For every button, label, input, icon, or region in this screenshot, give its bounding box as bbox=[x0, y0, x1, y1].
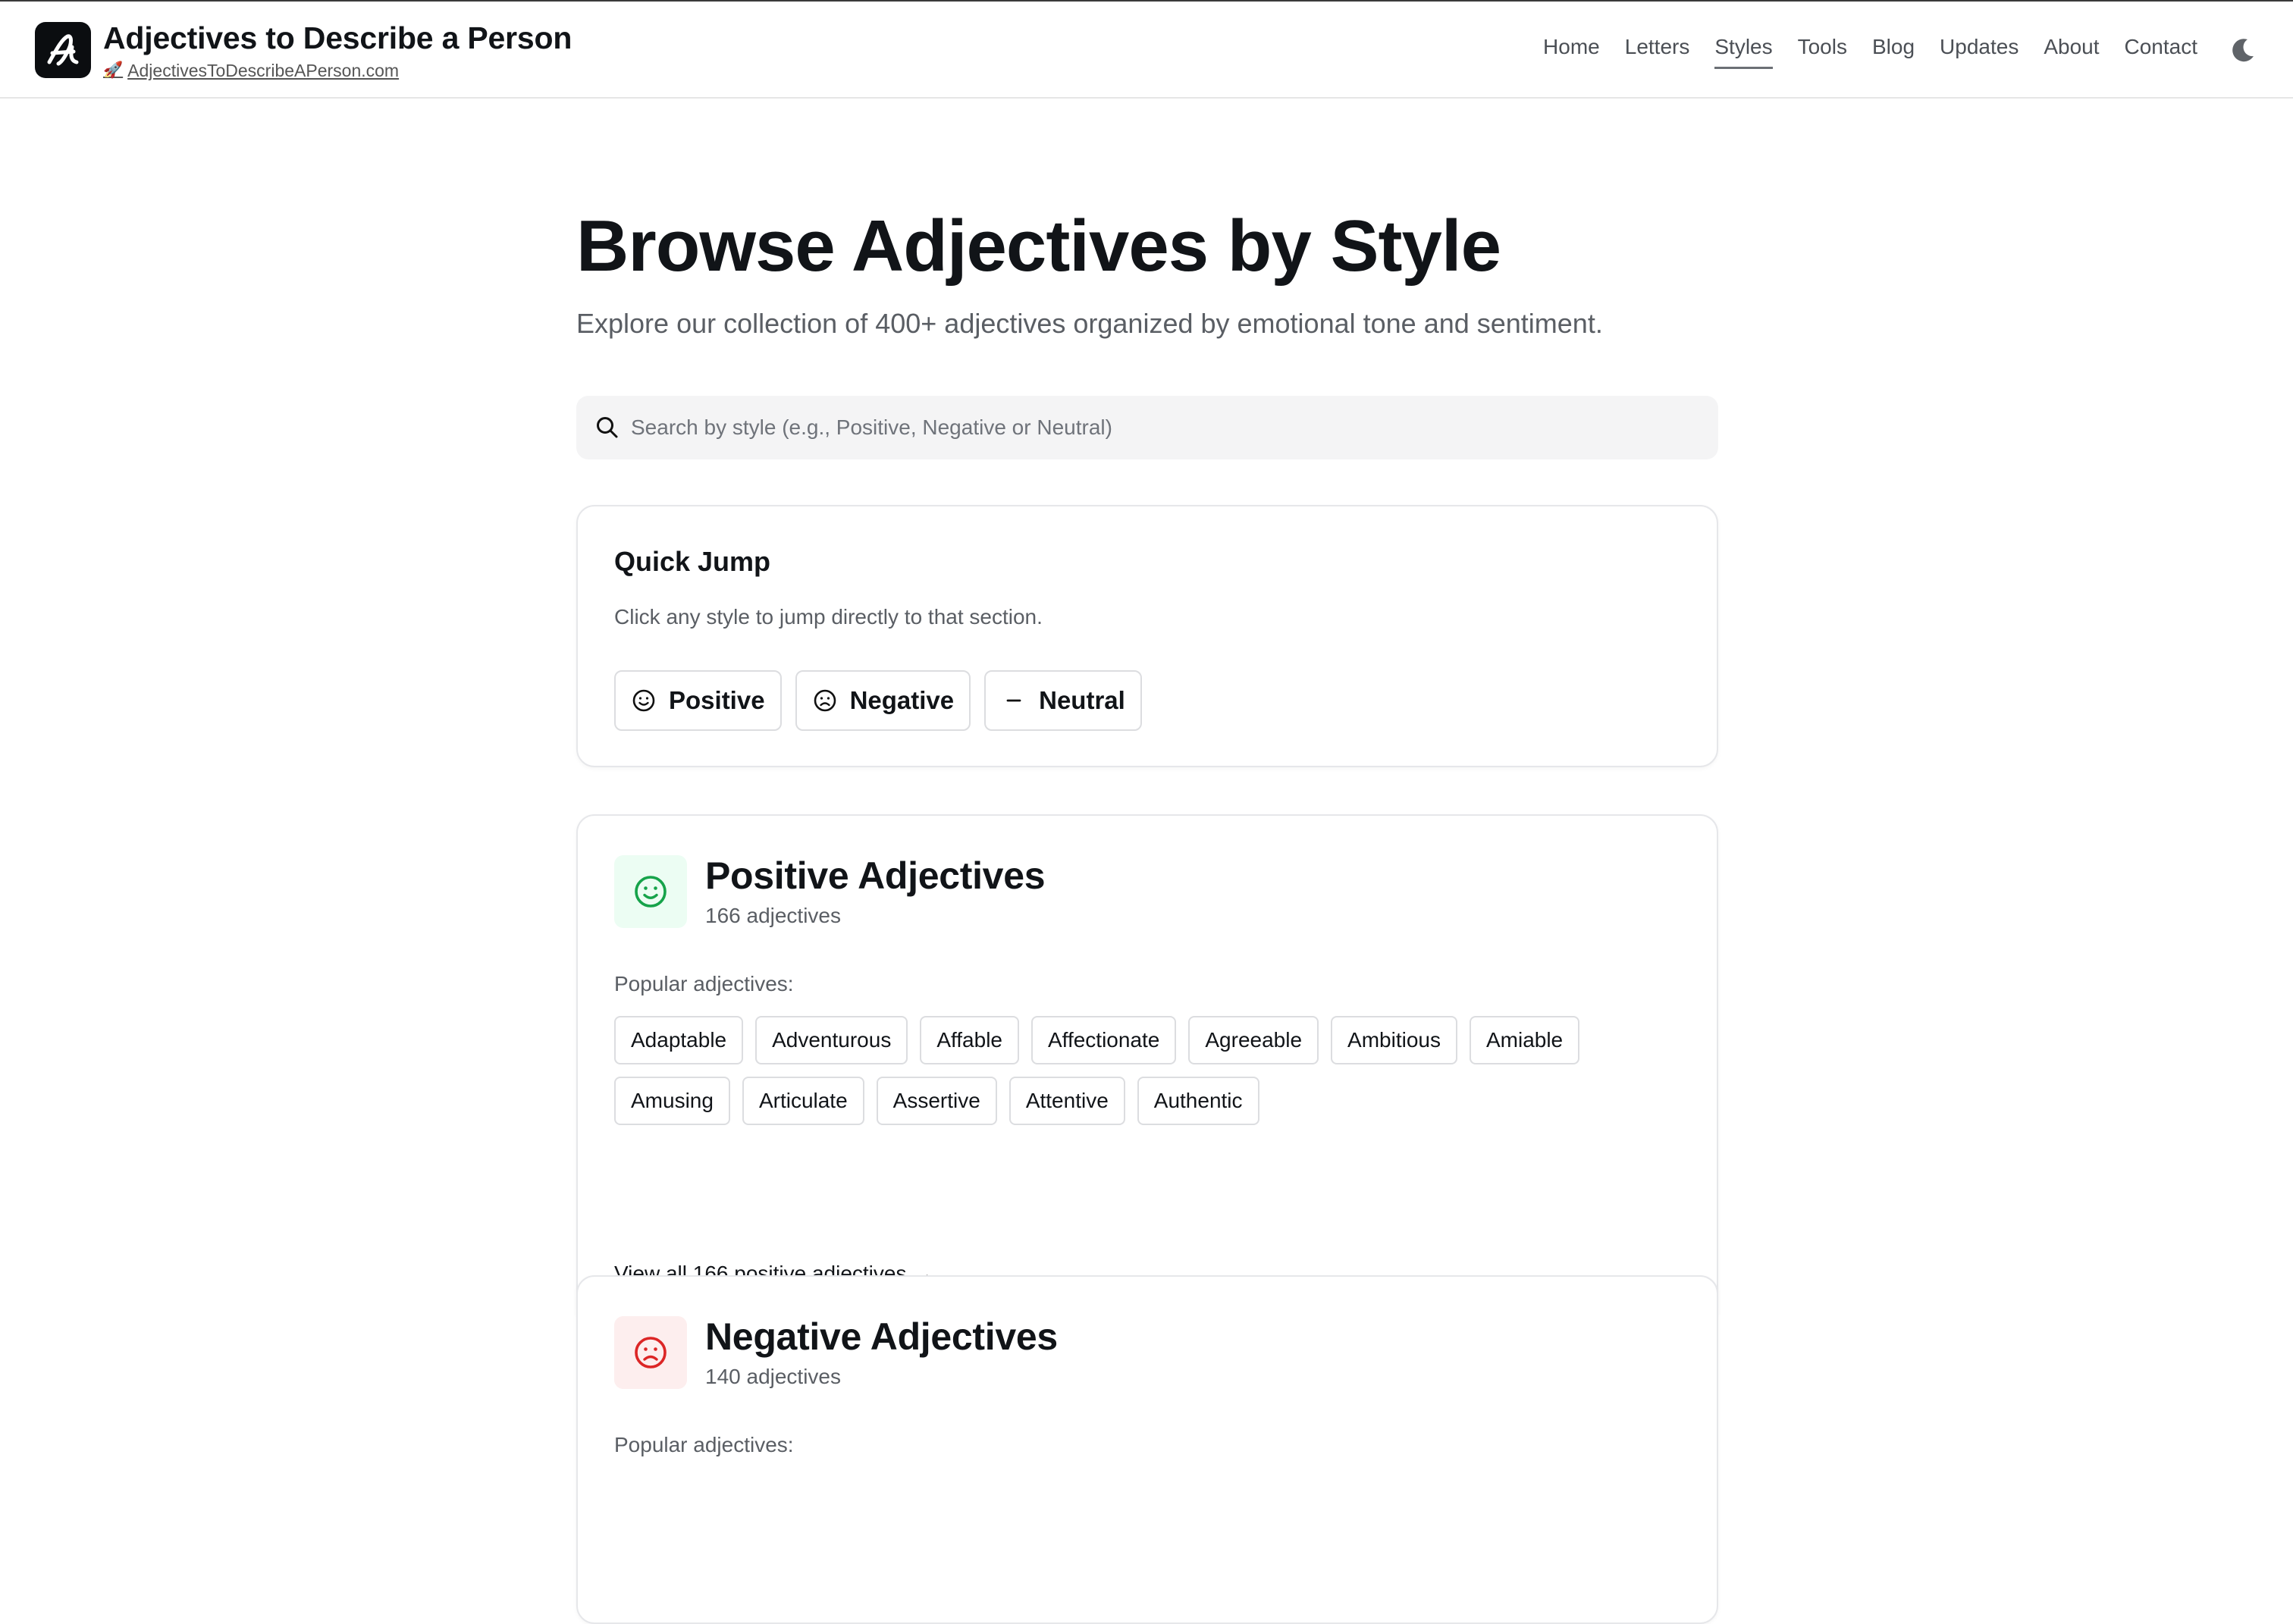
positive-tag-list: Adaptable Adventurous Affable Affectiona… bbox=[614, 1016, 1691, 1125]
adjective-tag[interactable]: Ambitious bbox=[1331, 1016, 1457, 1064]
jump-negative-label: Negative bbox=[849, 686, 955, 714]
frown-icon bbox=[635, 1337, 667, 1368]
page-subtitle: Explore our collection of 400+ adjective… bbox=[576, 308, 1603, 339]
brand-text: Adjectives to Describe a Person 🚀 Adject… bbox=[103, 19, 572, 81]
site-logo-icon[interactable] bbox=[35, 22, 91, 78]
nav-blog[interactable]: Blog bbox=[1872, 32, 1915, 69]
nav-tools[interactable]: Tools bbox=[1798, 32, 1847, 69]
site-title[interactable]: Adjectives to Describe a Person bbox=[103, 19, 572, 57]
quick-jump-description: Click any style to jump directly to that… bbox=[614, 605, 1043, 629]
adjective-tag[interactable]: Articulate bbox=[742, 1077, 864, 1125]
site-url[interactable]: AdjectivesToDescribeAPerson.com bbox=[127, 60, 399, 81]
main-nav: Home Letters Styles Tools Blog Updates A… bbox=[1543, 32, 2197, 69]
positive-popular-label: Popular adjectives: bbox=[614, 972, 794, 995]
adjective-tag[interactable]: Agreeable bbox=[1188, 1016, 1319, 1064]
jump-neutral-button[interactable]: Neutral bbox=[984, 670, 1142, 731]
moon-icon[interactable] bbox=[2228, 35, 2258, 65]
site-url-link[interactable]: 🚀 AdjectivesToDescribeAPerson.com bbox=[103, 60, 572, 81]
page-title: Browse Adjectives by Style bbox=[576, 205, 1501, 287]
nav-about[interactable]: About bbox=[2044, 32, 2099, 69]
negative-popular-label: Popular adjectives: bbox=[614, 1433, 794, 1456]
jump-negative-button[interactable]: Negative bbox=[795, 670, 971, 731]
jump-neutral-label: Neutral bbox=[1039, 686, 1125, 714]
nav-home[interactable]: Home bbox=[1543, 32, 1600, 69]
site-header: Adjectives to Describe a Person 🚀 Adject… bbox=[0, 2, 2293, 99]
adjective-tag[interactable]: Affable bbox=[920, 1016, 1019, 1064]
jump-positive-label: Positive bbox=[669, 686, 765, 714]
positive-count: 166 adjectives bbox=[705, 904, 842, 927]
adjective-tag[interactable]: Authentic bbox=[1137, 1077, 1259, 1125]
nav-updates[interactable]: Updates bbox=[1940, 32, 2019, 69]
quick-jump-card: Quick Jump Click any style to jump direc… bbox=[576, 505, 1718, 767]
adjective-tag[interactable]: Affectionate bbox=[1031, 1016, 1177, 1064]
adjective-tag[interactable]: Assertive bbox=[876, 1077, 997, 1125]
negative-count: 140 adjectives bbox=[705, 1365, 842, 1388]
nav-styles[interactable]: Styles bbox=[1714, 32, 1773, 69]
smile-icon bbox=[632, 689, 655, 712]
adjective-tag[interactable]: Amiable bbox=[1469, 1016, 1580, 1064]
positive-icon-box bbox=[614, 855, 687, 928]
minus-icon bbox=[1006, 699, 1021, 702]
nav-contact[interactable]: Contact bbox=[2125, 32, 2198, 69]
quick-jump-title: Quick Jump bbox=[614, 546, 771, 577]
adjective-tag[interactable]: Attentive bbox=[1008, 1077, 1125, 1125]
jump-positive-button[interactable]: Positive bbox=[614, 670, 782, 731]
positive-section-card: Positive Adjectives 166 adjectives Popul… bbox=[576, 814, 1718, 1327]
search-input[interactable] bbox=[631, 415, 1677, 440]
negative-section-title: Negative Adjectives bbox=[705, 1315, 1058, 1358]
adjective-tag[interactable]: Adventurous bbox=[755, 1016, 908, 1064]
adjective-tag[interactable]: Adaptable bbox=[614, 1016, 744, 1064]
quick-jump-buttons: Positive Negative Neutral bbox=[614, 670, 1142, 731]
negative-section-card: Negative Adjectives 140 adjectives Popul… bbox=[576, 1275, 1718, 1624]
positive-section-title: Positive Adjectives bbox=[705, 854, 1046, 897]
frown-icon bbox=[814, 689, 836, 712]
negative-icon-box bbox=[614, 1316, 687, 1389]
search-icon bbox=[597, 417, 618, 438]
nav-letters[interactable]: Letters bbox=[1625, 32, 1690, 69]
brand[interactable]: Adjectives to Describe a Person 🚀 Adject… bbox=[35, 20, 572, 80]
smile-icon bbox=[635, 876, 667, 908]
search-bar[interactable] bbox=[576, 396, 1718, 459]
adjective-tag[interactable]: Amusing bbox=[614, 1077, 730, 1125]
rocket-icon: 🚀 bbox=[103, 61, 124, 79]
